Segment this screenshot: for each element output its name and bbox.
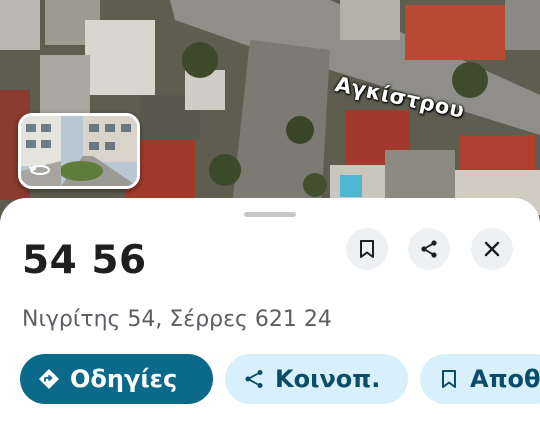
directions-label: Οδηγίες <box>70 365 178 393</box>
bookmark-icon <box>360 240 374 258</box>
share-icon-button[interactable] <box>408 228 450 270</box>
share-icon <box>243 368 265 390</box>
close-button[interactable] <box>471 228 513 270</box>
save-label: Αποθ <box>470 365 540 393</box>
share-label: Κοινοπ. <box>275 365 381 393</box>
share-icon <box>421 240 437 258</box>
directions-icon <box>38 368 60 390</box>
save-button[interactable]: Αποθ <box>420 354 540 404</box>
place-address: Νιγρίτης 54, Σέρρες 621 24 <box>22 307 332 332</box>
place-title: 54 56 <box>22 238 147 283</box>
bookmark-icon <box>438 368 460 390</box>
rotate-360-icon <box>29 165 50 175</box>
street-view-thumbnail[interactable] <box>18 113 140 189</box>
close-icon <box>484 241 500 257</box>
place-sheet: 54 56 Νιγρίτης 54, Σέρρες 621 24 Οδηγίες <box>0 198 540 428</box>
directions-button[interactable]: Οδηγίες <box>20 354 213 404</box>
satellite-map[interactable]: Αγκίστρου <box>0 0 540 225</box>
drag-handle[interactable] <box>244 212 296 217</box>
share-button[interactable]: Κοινοπ. <box>225 354 408 404</box>
save-icon-button[interactable] <box>346 228 388 270</box>
